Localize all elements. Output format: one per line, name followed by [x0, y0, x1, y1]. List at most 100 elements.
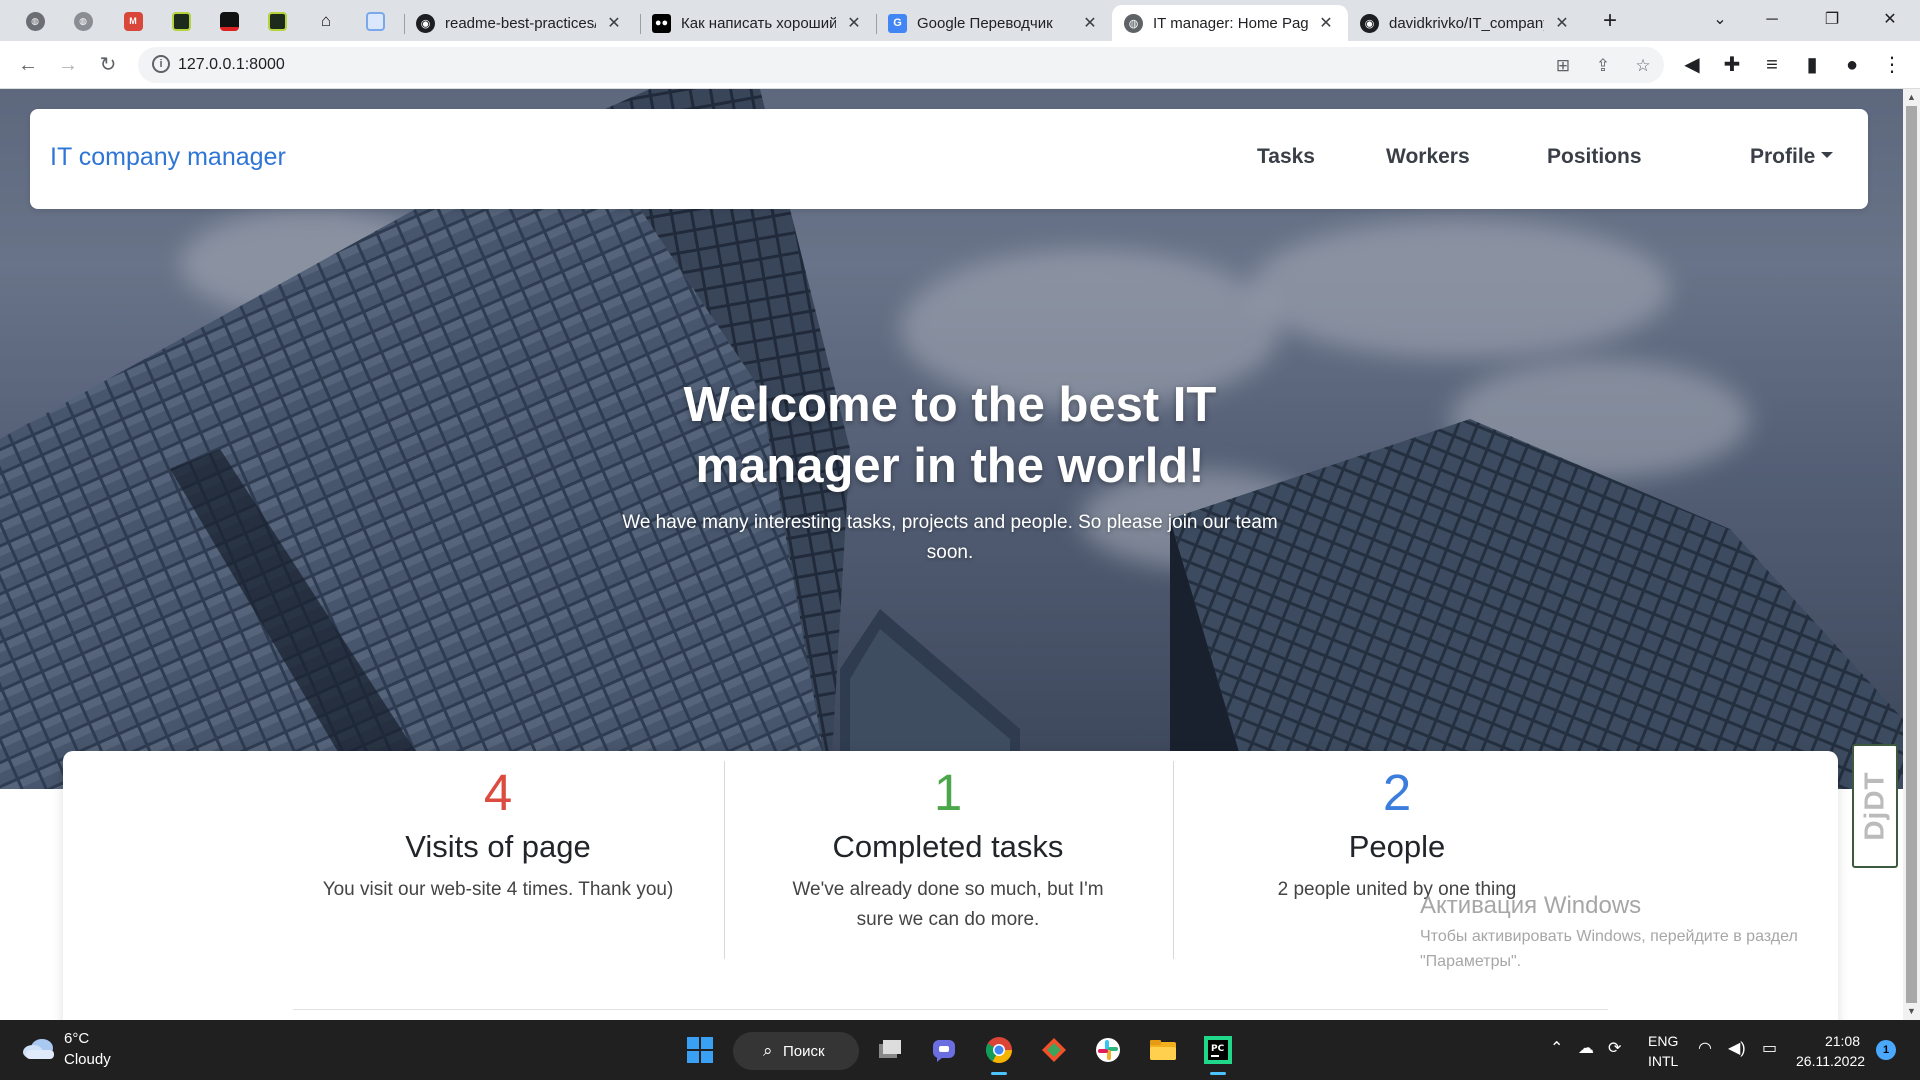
close-icon[interactable]: ✕ — [1080, 13, 1100, 33]
close-window-icon[interactable]: ✕ — [1870, 6, 1910, 34]
brand-link[interactable]: IT company manager — [50, 143, 286, 172]
hero-title: Welcome to the best IT manager in the wo… — [683, 378, 1217, 493]
notification-badge[interactable]: 1 — [1876, 1040, 1896, 1060]
djdt-label: DjDT — [1859, 771, 1891, 841]
doc-icon — [365, 11, 385, 31]
taskbar-search[interactable]: ⌕ Поиск — [733, 1032, 859, 1070]
close-icon[interactable]: ✕ — [844, 13, 864, 33]
wifi-icon[interactable]: ◠ — [1698, 1038, 1712, 1058]
stat-people: 2 People 2 people united by one thing — [1187, 763, 1607, 905]
watermark-line: Чтобы активировать Windows, перейдите в … — [1420, 928, 1798, 945]
clock-date: 26.11.2022 — [1796, 1053, 1866, 1069]
app-icon — [267, 11, 287, 31]
tab-readme[interactable]: ◉ readme-best-practices/ ✕ — [404, 5, 636, 41]
tab-strip: ◍ ◍ M ⌂ ◉ readme-best-practices/ ✕ ●● Ка… — [0, 0, 1920, 41]
volume-icon[interactable]: ◀) — [1728, 1038, 1746, 1058]
close-icon[interactable]: ✕ — [1552, 13, 1572, 33]
show-hidden-icons-chevron-icon[interactable]: ⌃ — [1550, 1038, 1563, 1058]
translate-page-icon[interactable]: ⊞ — [1552, 55, 1574, 77]
stat-label: Completed tasks — [832, 829, 1064, 864]
pinned-tab-4[interactable] — [168, 8, 194, 34]
task-view-icon[interactable] — [872, 1032, 908, 1068]
system-clock[interactable]: 21:08 26.11.2022 — [1796, 1031, 1866, 1071]
cloud-weather-icon[interactable] — [22, 1036, 56, 1060]
pinned-tab-6[interactable] — [264, 8, 290, 34]
reload-icon[interactable]: ↻ — [94, 51, 122, 79]
page-scrollbar[interactable]: ▲ ▼ — [1903, 89, 1920, 1020]
share-icon[interactable]: ⇪ — [1592, 55, 1614, 77]
tab-it-manager[interactable]: ◍ IT manager: Home Page ✕ — [1112, 5, 1348, 41]
pinned-tab-2[interactable]: ◍ — [70, 8, 96, 34]
pinned-tab-8[interactable] — [362, 8, 388, 34]
teams-chat-icon[interactable] — [926, 1032, 962, 1068]
nav-link-positions[interactable]: Positions — [1547, 145, 1642, 169]
side-panel-icon[interactable]: ▮ — [1798, 51, 1826, 79]
page-viewport: Welcome to the best IT manager in the wo… — [0, 89, 1903, 1020]
medium-icon: ●● — [652, 13, 671, 33]
divider — [1173, 761, 1174, 959]
scroll-down-icon[interactable]: ▼ — [1903, 1003, 1920, 1020]
address-bar[interactable]: i 127.0.0.1:8000 ⊞ ⇪ ☆ — [138, 47, 1664, 83]
media-speaker-icon[interactable]: ◀ — [1678, 51, 1706, 79]
scroll-up-icon[interactable]: ▲ — [1903, 89, 1920, 106]
menu-kebab-icon[interactable]: ⋮ — [1878, 51, 1906, 79]
pycharm-icon[interactable]: PC — [1200, 1032, 1236, 1068]
weather-temperature[interactable]: 6°C — [64, 1030, 89, 1047]
tab-google-translate[interactable]: G Google Переводчик ✕ — [876, 5, 1112, 41]
file-explorer-icon[interactable] — [1145, 1032, 1181, 1068]
forward-icon[interactable]: → — [54, 51, 82, 79]
active-app-indicator — [991, 1072, 1007, 1075]
windows-start-icon[interactable] — [682, 1032, 718, 1068]
nav-profile-label: Profile — [1750, 145, 1816, 168]
reading-list-icon[interactable]: ≡ — [1758, 51, 1786, 79]
globe-icon: ◍ — [1124, 13, 1143, 33]
github-icon: ◉ — [1360, 13, 1379, 33]
url-text[interactable]: 127.0.0.1:8000 — [178, 56, 285, 74]
close-icon[interactable]: ✕ — [1316, 13, 1336, 33]
profile-avatar-icon[interactable]: ● — [1838, 51, 1866, 79]
tab-title: davidkrivko/IT_company — [1389, 14, 1544, 32]
close-icon[interactable]: ✕ — [604, 13, 624, 33]
site-info-icon[interactable]: i — [152, 55, 170, 73]
tab-title: Как написать хороший — [681, 14, 836, 32]
clock-time: 21:08 — [1824, 1033, 1860, 1049]
nav-link-tasks[interactable]: Tasks — [1257, 145, 1315, 169]
back-icon[interactable]: ← — [14, 51, 42, 79]
chrome-icon[interactable] — [981, 1032, 1017, 1068]
keyboard-layout: INTL — [1648, 1053, 1679, 1069]
pinned-tab-7[interactable]: ⌂ — [313, 8, 339, 34]
stat-number: 1 — [933, 764, 963, 821]
hero-subtitle: We have many interesting tasks, projects… — [622, 512, 1278, 563]
app-icon: M — [123, 11, 143, 31]
browser-toolbar: ← → ↻ i 127.0.0.1:8000 ⊞ ⇪ ☆ ◀ ✚ ≡ ▮ ● ⋮ — [0, 41, 1920, 89]
windows-activation-watermark: Активация Windows Чтобы активировать Win… — [1420, 892, 1798, 974]
weather-description[interactable]: Cloudy — [64, 1051, 111, 1068]
pinned-tab-5[interactable] — [216, 8, 242, 34]
bookmark-star-icon[interactable]: ☆ — [1632, 55, 1654, 77]
tab-github-repo[interactable]: ◉ davidkrivko/IT_company ✕ — [1348, 5, 1584, 41]
stat-visits: 4 Visits of page You visit our web-site … — [288, 763, 708, 905]
tab-medium[interactable]: ●● Как написать хороший ✕ — [640, 5, 876, 41]
nav-link-workers[interactable]: Workers — [1386, 145, 1470, 169]
django-debug-toolbar-handle[interactable]: DjDT — [1852, 744, 1898, 868]
extensions-puzzle-icon[interactable]: ✚ — [1718, 51, 1746, 79]
nav-profile-dropdown[interactable]: Profile — [1750, 145, 1834, 169]
windows-taskbar: 6°C Cloudy ⌕ Поиск PC ⌃ ☁ ⟳ ENG INTL ◠ ◀… — [0, 1020, 1920, 1080]
tab-search-chevron-icon[interactable]: ⌄ — [1700, 6, 1740, 34]
restore-icon[interactable]: ❐ — [1812, 6, 1852, 34]
home-icon: ⌂ — [320, 11, 332, 30]
pinned-tab-3[interactable]: M — [120, 8, 146, 34]
minimize-icon[interactable]: ─ — [1752, 6, 1792, 34]
tab-title: Google Переводчик — [917, 14, 1053, 32]
onedrive-cloud-icon[interactable]: ☁ — [1578, 1038, 1594, 1058]
new-tab-button[interactable]: + — [1596, 8, 1624, 36]
search-label: Поиск — [783, 1042, 825, 1060]
translate-icon: G — [888, 13, 907, 33]
pinned-tab-1[interactable]: ◍ — [22, 8, 48, 34]
slack-icon[interactable] — [1090, 1032, 1126, 1068]
scrollbar-thumb[interactable] — [1906, 106, 1917, 1003]
git-kraken-icon[interactable] — [1036, 1032, 1072, 1068]
battery-icon[interactable]: ▭ — [1762, 1038, 1777, 1058]
network-sync-icon[interactable]: ⟳ — [1608, 1038, 1621, 1058]
language-indicator[interactable]: ENG INTL — [1648, 1031, 1678, 1071]
